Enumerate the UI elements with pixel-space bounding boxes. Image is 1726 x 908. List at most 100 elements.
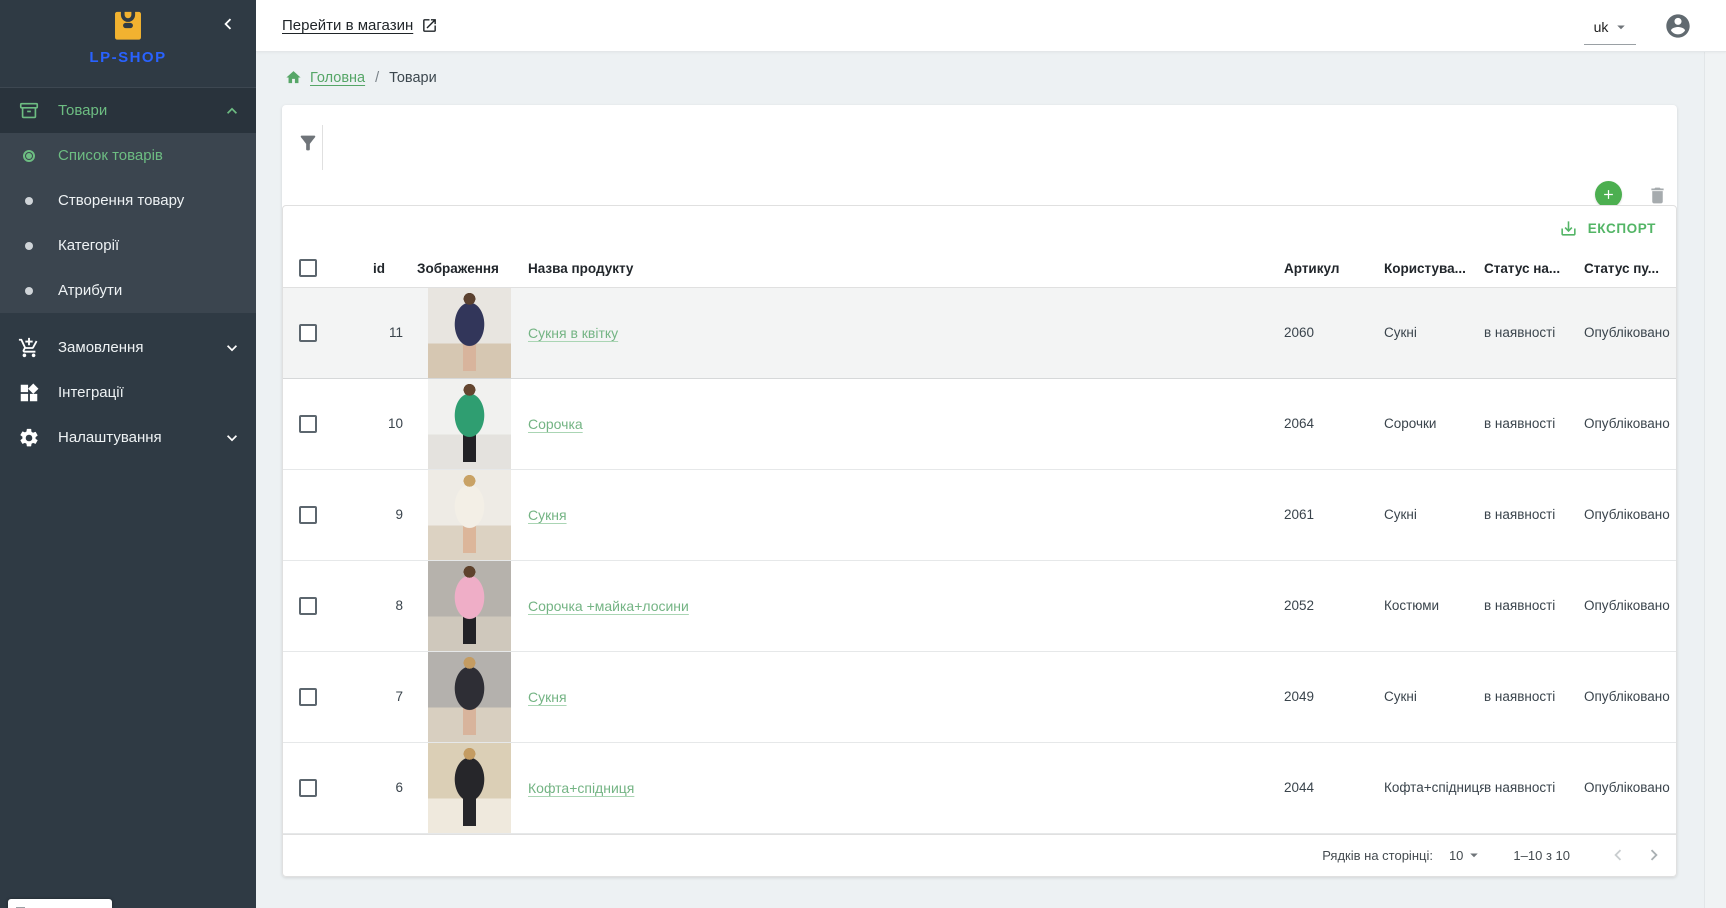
cell-sku: 2049 bbox=[1284, 652, 1384, 742]
cell-category: Сукні bbox=[1384, 288, 1484, 378]
product-thumbnail bbox=[428, 652, 511, 742]
breadcrumb-home-link[interactable]: Головна bbox=[310, 70, 365, 86]
table-body: 11 Сукня в квітку 2060 Сукні в наявності… bbox=[283, 288, 1676, 834]
table-row: 7 Сукня 2049 Сукні в наявності Опубліков… bbox=[283, 652, 1676, 743]
topbar: Перейти в магазин uk bbox=[256, 0, 1726, 52]
rows-per-page-label: Рядків на сторінці: bbox=[1322, 848, 1433, 863]
logo-text: LP-SHOP bbox=[0, 49, 256, 66]
table-row: 10 Сорочка 2064 Сорочки в наявності Опуб… bbox=[283, 379, 1676, 470]
sidebar-collapse-button[interactable] bbox=[214, 10, 242, 38]
column-header-name[interactable]: Назва продукту bbox=[528, 250, 1284, 286]
dot-bullet-icon bbox=[25, 287, 33, 295]
filter-toolbar bbox=[282, 105, 1677, 205]
row-checkbox[interactable] bbox=[299, 415, 317, 433]
go-to-store-link[interactable]: Перейти в магазин bbox=[282, 17, 438, 34]
row-checkbox[interactable] bbox=[299, 506, 317, 524]
column-header-id[interactable]: id bbox=[327, 250, 417, 286]
sidebar-item-label: Налаштування bbox=[58, 429, 162, 446]
rows-per-page-value: 10 bbox=[1449, 848, 1463, 863]
sidebar-item-attributes[interactable]: Атрибути bbox=[0, 268, 256, 313]
cell-product-id: 7 bbox=[327, 652, 417, 742]
previous-page-button[interactable] bbox=[1606, 843, 1630, 867]
external-link-icon bbox=[421, 17, 438, 34]
cell-sku: 2061 bbox=[1284, 470, 1384, 560]
sidebar-subitem-label: Атрибути bbox=[58, 282, 122, 299]
cell-publish-status: Опубліковано bbox=[1584, 652, 1676, 742]
caret-down-icon bbox=[1465, 846, 1483, 864]
sidebar-item-product-list[interactable]: Список товарів bbox=[0, 133, 256, 178]
sidebar-header: LP-SHOP bbox=[0, 0, 256, 88]
cut-off-badge[interactable] bbox=[8, 899, 112, 908]
cell-product-id: 10 bbox=[327, 379, 417, 469]
product-name-link[interactable]: Сукня bbox=[528, 507, 567, 523]
table-row: 6 Кофта+спідниця 2044 Кофта+спідниця в н… bbox=[283, 743, 1676, 834]
cell-publish-status: Опубліковано bbox=[1584, 288, 1676, 378]
sidebar-item-categories[interactable]: Категорії bbox=[0, 223, 256, 268]
select-all-checkbox[interactable] bbox=[299, 259, 317, 277]
cell-publish-status: Опубліковано bbox=[1584, 470, 1676, 560]
widgets-icon bbox=[18, 382, 40, 404]
next-page-button[interactable] bbox=[1642, 843, 1666, 867]
cell-publish-status: Опубліковано bbox=[1584, 743, 1676, 833]
account-circle-icon bbox=[1664, 12, 1692, 40]
sidebar-item-label: Товари bbox=[58, 102, 107, 119]
cell-stock-status: в наявності bbox=[1484, 470, 1584, 560]
row-checkbox[interactable] bbox=[299, 779, 317, 797]
table-row: 9 Сукня 2061 Сукні в наявності Опубліков… bbox=[283, 470, 1676, 561]
cell-category: Сорочки bbox=[1384, 379, 1484, 469]
cell-sku: 2060 bbox=[1284, 288, 1384, 378]
gear-icon bbox=[18, 427, 40, 449]
add-product-button[interactable] bbox=[1595, 181, 1622, 208]
pagination-bar: Рядків на сторінці: 10 1–10 з 10 bbox=[283, 834, 1676, 876]
column-header-stock-status[interactable]: Статус на... bbox=[1484, 250, 1584, 286]
product-name-link[interactable]: Сорочка bbox=[528, 416, 583, 432]
rows-per-page-select[interactable]: 10 bbox=[1449, 846, 1483, 864]
column-header-category[interactable]: Користува... bbox=[1384, 250, 1484, 286]
sidebar-item-label: Інтеграції bbox=[58, 384, 124, 401]
row-checkbox[interactable] bbox=[299, 688, 317, 706]
row-checkbox[interactable] bbox=[299, 324, 317, 342]
account-button[interactable] bbox=[1664, 12, 1692, 40]
language-select[interactable]: uk bbox=[1584, 16, 1636, 45]
product-name-link[interactable]: Сукня в квітку bbox=[528, 325, 618, 341]
sidebar-item-integrations[interactable]: Інтеграції bbox=[0, 370, 256, 415]
sidebar-item-product-create[interactable]: Створення товару bbox=[0, 178, 256, 223]
product-name-link[interactable]: Кофта+спідниця bbox=[528, 780, 634, 796]
product-thumbnail bbox=[428, 288, 511, 378]
sidebar-item-products[interactable]: Товари bbox=[0, 88, 256, 133]
cell-category: Костюми bbox=[1384, 561, 1484, 651]
row-checkbox[interactable] bbox=[299, 597, 317, 615]
products-table: ЕКСПОРТ id Зображення Назва продукту Арт… bbox=[282, 205, 1677, 877]
sidebar-item-orders[interactable]: Замовлення bbox=[0, 325, 256, 370]
cell-stock-status: в наявності bbox=[1484, 652, 1584, 742]
sidebar-item-settings[interactable]: Налаштування bbox=[0, 415, 256, 460]
column-header-publish-status[interactable]: Статус пу... bbox=[1584, 250, 1676, 286]
archive-box-icon bbox=[18, 100, 40, 122]
vertical-scrollbar[interactable] bbox=[1704, 52, 1726, 908]
table-header: id Зображення Назва продукту Артикул Кор… bbox=[283, 250, 1676, 287]
store-link-label: Перейти в магазин bbox=[282, 17, 413, 34]
caret-down-icon bbox=[1612, 18, 1630, 36]
export-button[interactable]: ЕКСПОРТ bbox=[1551, 213, 1664, 244]
cart-plus-icon bbox=[18, 337, 40, 359]
product-thumbnail bbox=[428, 561, 511, 651]
column-header-sku[interactable]: Артикул bbox=[1284, 250, 1384, 286]
sidebar-subitem-label: Список товарів bbox=[58, 147, 163, 164]
cell-sku: 2044 bbox=[1284, 743, 1384, 833]
chevron-left-icon bbox=[1607, 844, 1629, 866]
product-name-link[interactable]: Сукня bbox=[528, 689, 567, 705]
column-header-image[interactable]: Зображення bbox=[417, 250, 528, 286]
pagination-range: 1–10 з 10 bbox=[1513, 848, 1570, 863]
cell-product-id: 11 bbox=[327, 288, 417, 378]
product-thumbnail bbox=[428, 470, 511, 560]
home-icon bbox=[285, 69, 302, 86]
dot-bullet-icon bbox=[25, 197, 33, 205]
cell-publish-status: Опубліковано bbox=[1584, 379, 1676, 469]
product-name-link[interactable]: Сорочка +майка+лосини bbox=[528, 598, 689, 614]
radio-bullet-icon bbox=[23, 150, 35, 162]
product-thumbnail bbox=[428, 379, 511, 469]
plus-icon bbox=[1601, 187, 1616, 202]
cell-category: Сукні bbox=[1384, 470, 1484, 560]
cell-product-id: 9 bbox=[327, 470, 417, 560]
filter-button[interactable] bbox=[290, 125, 326, 161]
